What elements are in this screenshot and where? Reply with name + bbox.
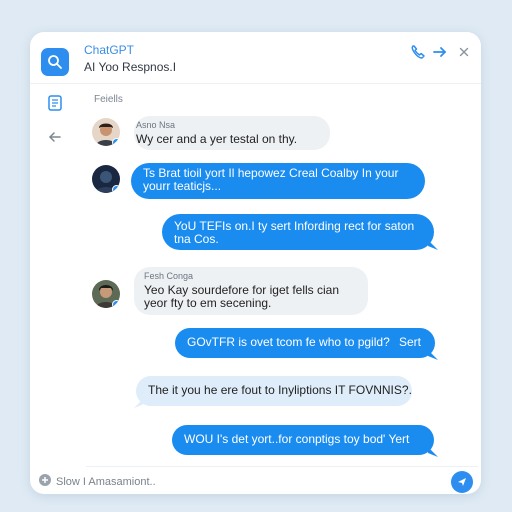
arrow-right-icon[interactable] <box>432 44 448 60</box>
bubble-tail <box>428 447 438 457</box>
verified-badge <box>112 138 120 146</box>
message-bubble-incoming: Fesh Conga Yeo Kay sourdefore for iget f… <box>134 267 368 315</box>
avatar[interactable] <box>92 165 120 193</box>
message-bubble-incoming: Asno Nsa Wy cer and a yer testal on thy. <box>134 116 330 150</box>
message-status: Sert <box>398 335 421 349</box>
message-text: WOU I's det yort..for conptigs toy bod' … <box>184 432 410 446</box>
message-bubble-outgoing: GOvTFR is ovet tcom fe who to pgild? Ser… <box>175 328 435 358</box>
app-subtitle: AI Yoo Respnos.I <box>84 60 177 74</box>
document-icon[interactable] <box>46 94 64 112</box>
compose-bar <box>39 466 478 493</box>
bubble-tail <box>428 240 438 250</box>
verified-badge <box>112 300 120 308</box>
search-button[interactable] <box>41 48 69 76</box>
message-text: Wy cer and a yer testal on thy. <box>136 132 298 146</box>
verified-badge <box>112 185 120 193</box>
avatar[interactable] <box>92 118 120 146</box>
message-bubble-outgoing: Ts Brat tioil yort Il hepowez Creal Coal… <box>131 163 425 199</box>
message-text: YoU TEFIs on.I ty sert Infording rect fo… <box>174 219 415 246</box>
section-label: Feiells <box>94 94 123 105</box>
message-text: The it you he ere fout to Inyliptions IT… <box>148 383 412 397</box>
sender-name: Asno Nsa <box>136 120 176 130</box>
message-bubble-outgoing: WOU I's det yort..for conptigs toy bod' … <box>172 425 434 455</box>
message-text: Yeo Kay sourdefore for iget fells cian y… <box>144 283 340 310</box>
arrow-left-icon[interactable] <box>46 128 64 146</box>
app-title: ChatGPT <box>84 43 135 57</box>
message-text: Ts Brat tioil yort Il hepowez Creal Coal… <box>143 166 399 193</box>
close-icon[interactable] <box>456 44 472 60</box>
bubble-tail <box>134 398 144 408</box>
message-bubble-outgoing: YoU TEFIs on.I ty sert Infording rect fo… <box>162 214 434 250</box>
chat-header: ChatGPT AI Yoo Respnos.I <box>30 32 481 84</box>
send-button[interactable] <box>451 471 473 493</box>
message-text: GOvTFR is ovet tcom fe who to pgild? <box>187 335 390 349</box>
message-bubble-incoming: The it you he ere fout to Inyliptions IT… <box>136 376 412 406</box>
chat-window: ChatGPT AI Yoo Respnos.I Feiells Asno Ns… <box>30 32 481 494</box>
message-input[interactable] <box>56 471 396 493</box>
bubble-tail <box>428 350 438 360</box>
send-icon <box>458 478 466 486</box>
attach-icon[interactable] <box>38 473 52 487</box>
sender-name: Fesh Conga <box>144 271 194 281</box>
search-icon <box>48 55 62 69</box>
phone-icon[interactable] <box>410 44 426 60</box>
avatar[interactable] <box>92 280 120 308</box>
